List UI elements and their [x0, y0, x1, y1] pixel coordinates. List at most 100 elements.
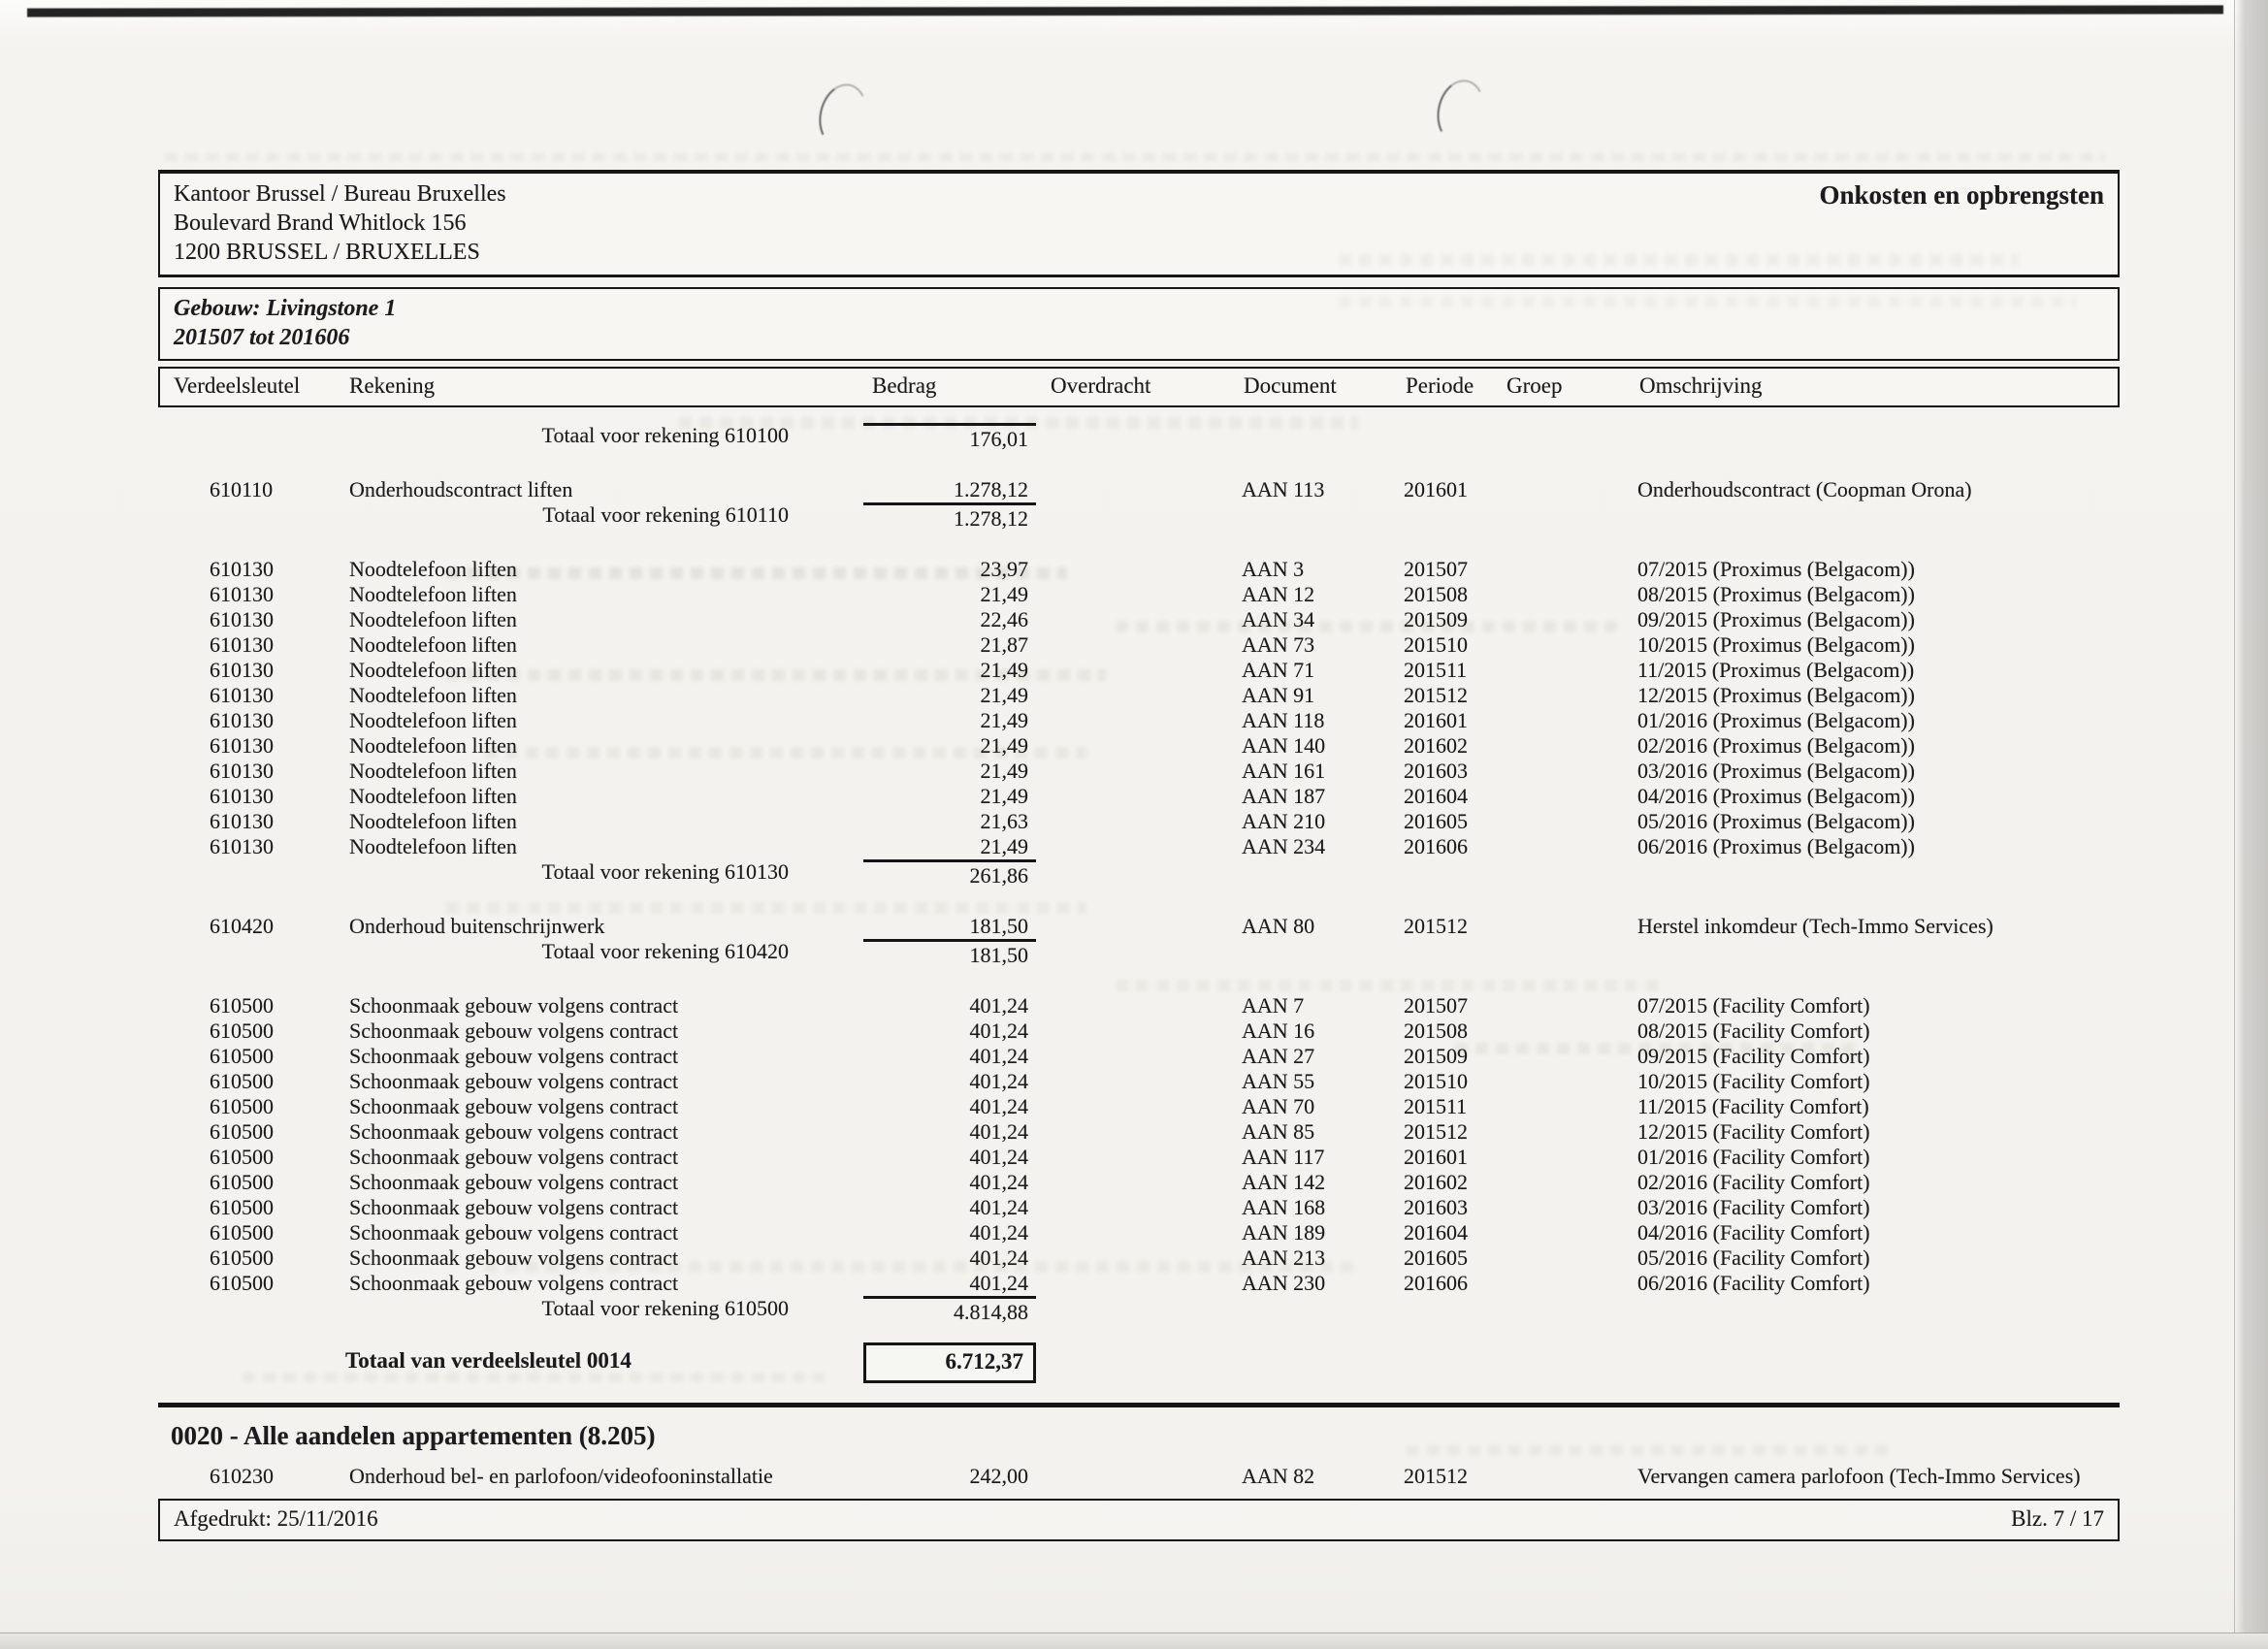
- cell-groep: [1505, 477, 1637, 502]
- total-label: Totaal voor rekening 610130: [158, 859, 863, 889]
- cell-periode: 201603: [1404, 1195, 1505, 1220]
- cell-document: AAN 140: [1242, 733, 1404, 759]
- table-row: 610130Noodtelefoon liften21,49AAN 118201…: [158, 708, 2120, 733]
- cell-bedrag: 21,49: [863, 784, 1036, 809]
- cell-overdracht: [1036, 632, 1242, 658]
- cell-groep: [1505, 1018, 1637, 1044]
- cell-overdracht: [1036, 557, 1242, 582]
- cell-verdeelsleutel: 610500: [158, 1069, 301, 1094]
- cell-groep: [1505, 809, 1637, 834]
- cell-rekening: Schoonmaak gebouw volgens contract: [301, 1245, 863, 1271]
- total-amount: 4.814,88: [863, 1296, 1036, 1325]
- cell-rekening: Noodtelefoon liften: [301, 607, 863, 632]
- footer: Afgedrukt: 25/11/2016 Blz. 7 / 17: [158, 1499, 2120, 1541]
- spacer-row: [158, 968, 2120, 993]
- cell-rekening: Schoonmaak gebouw volgens contract: [301, 1220, 863, 1245]
- cell-groep: [1505, 993, 1637, 1018]
- table-row: 610500Schoonmaak gebouw volgens contract…: [158, 1094, 2120, 1119]
- table-row: 610500Schoonmaak gebouw volgens contract…: [158, 1220, 2120, 1245]
- total-row: Totaal voor rekening 610130261,86: [158, 859, 2120, 889]
- cell-bedrag: 21,49: [863, 834, 1036, 859]
- table-row: 610130Noodtelefoon liften21,63AAN 210201…: [158, 809, 2120, 834]
- cell-periode: 201602: [1404, 1170, 1505, 1195]
- cell-bedrag: 401,24: [863, 1069, 1036, 1094]
- cell-overdracht: [1036, 658, 1242, 683]
- cell-periode: 201605: [1404, 1245, 1505, 1271]
- cell-document: AAN 234: [1242, 834, 1404, 859]
- cell-groep: [1505, 1245, 1637, 1271]
- cell-document: AAN 161: [1242, 759, 1404, 784]
- total-label: Totaal voor rekening 610100: [158, 423, 863, 452]
- cell-bedrag: 21,49: [863, 759, 1036, 784]
- table-header-row: Verdeelsleutel Rekening Bedrag Overdrach…: [158, 367, 2120, 407]
- cell-rekening: Schoonmaak gebouw volgens contract: [301, 993, 863, 1018]
- cell-bedrag: 242,00: [863, 1464, 1036, 1489]
- cell-rekening: Noodtelefoon liften: [301, 557, 863, 582]
- section-divider: [158, 1403, 2120, 1407]
- cell-rekening: Schoonmaak gebouw volgens contract: [301, 1094, 863, 1119]
- cell-bedrag: 401,24: [863, 1220, 1036, 1245]
- cell-omschrijving: 12/2015 (Facility Comfort): [1637, 1119, 2120, 1145]
- cell-bedrag: 401,24: [863, 993, 1036, 1018]
- cell-rekening: Noodtelefoon liften: [301, 683, 863, 708]
- table-row: 610500Schoonmaak gebouw volgens contract…: [158, 1044, 2120, 1069]
- cell-groep: [1505, 759, 1637, 784]
- cell-verdeelsleutel: 610500: [158, 1044, 301, 1069]
- cell-rekening: Noodtelefoon liften: [301, 834, 863, 859]
- cell-document: AAN 3: [1242, 557, 1404, 582]
- total-row: Totaal voor rekening 610420181,50: [158, 939, 2120, 968]
- cell-rekening: Noodtelefoon liften: [301, 632, 863, 658]
- table-body: Totaal voor rekening 610100176,01610110O…: [158, 423, 2120, 1383]
- cell-verdeelsleutel: 610130: [158, 557, 301, 582]
- cell-verdeelsleutel: 610110: [158, 477, 301, 502]
- table-row: 610130Noodtelefoon liften21,49AAN 161201…: [158, 759, 2120, 784]
- column-header-overdracht: Overdracht: [1038, 372, 1244, 400]
- punch-hole-mark: [813, 79, 874, 152]
- cell-groep: [1505, 607, 1637, 632]
- cell-periode: 201511: [1404, 1094, 1505, 1119]
- report-title: Onkosten en opbrengsten: [1819, 179, 2104, 210]
- cell-groep: [1505, 1094, 1637, 1119]
- cell-omschrijving: 01/2016 (Proximus (Belgacom)): [1637, 708, 2120, 733]
- cell-verdeelsleutel: 610500: [158, 1018, 301, 1044]
- table-row: 610230Onderhoud bel- en parlofoon/videof…: [158, 1464, 2120, 1489]
- cell-document: AAN 213: [1242, 1245, 1404, 1271]
- grand-total-row: Totaal van verdeelsleutel 00146.712,37: [158, 1342, 2120, 1383]
- cell-omschrijving: 08/2015 (Facility Comfort): [1637, 1018, 2120, 1044]
- cell-bedrag: 21,49: [863, 708, 1036, 733]
- cell-groep: [1505, 1464, 1637, 1489]
- cell-bedrag: 401,24: [863, 1119, 1036, 1145]
- cell-omschrijving: 05/2016 (Proximus (Belgacom)): [1637, 809, 2120, 834]
- cell-omschrijving: 10/2015 (Proximus (Belgacom)): [1637, 632, 2120, 658]
- column-header-document: Document: [1244, 372, 1406, 400]
- table-row: 610130Noodtelefoon liften22,46AAN 342015…: [158, 607, 2120, 632]
- cell-periode: 201511: [1404, 658, 1505, 683]
- cell-bedrag: 401,24: [863, 1170, 1036, 1195]
- cell-bedrag: 23,97: [863, 557, 1036, 582]
- column-header-periode: Periode: [1406, 372, 1507, 400]
- cell-groep: [1505, 834, 1637, 859]
- table-row: 610500Schoonmaak gebouw volgens contract…: [158, 1069, 2120, 1094]
- cell-groep: [1505, 1119, 1637, 1145]
- total-label: Totaal voor rekening 610110: [158, 502, 863, 532]
- cell-bedrag: 401,24: [863, 1271, 1036, 1296]
- cell-groep: [1505, 658, 1637, 683]
- cell-omschrijving: 11/2015 (Facility Comfort): [1637, 1094, 2120, 1119]
- column-header-rekening: Rekening: [303, 372, 865, 400]
- cell-overdracht: [1036, 477, 1242, 502]
- cell-rekening: Schoonmaak gebouw volgens contract: [301, 1145, 863, 1170]
- cell-overdracht: [1036, 683, 1242, 708]
- cell-rekening: Schoonmaak gebouw volgens contract: [301, 1119, 863, 1145]
- total-amount: 181,50: [863, 939, 1036, 968]
- table-row: 610130Noodtelefoon liften21,49AAN 122015…: [158, 582, 2120, 607]
- table-row: 610130Noodtelefoon liften21,87AAN 732015…: [158, 632, 2120, 658]
- cell-verdeelsleutel: 610500: [158, 1271, 301, 1296]
- cell-omschrijving: 12/2015 (Proximus (Belgacom)): [1637, 683, 2120, 708]
- total-amount: 6.712,37: [863, 1342, 1036, 1383]
- cell-verdeelsleutel: 610420: [158, 914, 301, 939]
- cell-rekening: Noodtelefoon liften: [301, 658, 863, 683]
- cell-periode: 201604: [1404, 784, 1505, 809]
- cell-verdeelsleutel: 610130: [158, 607, 301, 632]
- cell-verdeelsleutel: 610130: [158, 834, 301, 859]
- cell-overdracht: [1036, 1094, 1242, 1119]
